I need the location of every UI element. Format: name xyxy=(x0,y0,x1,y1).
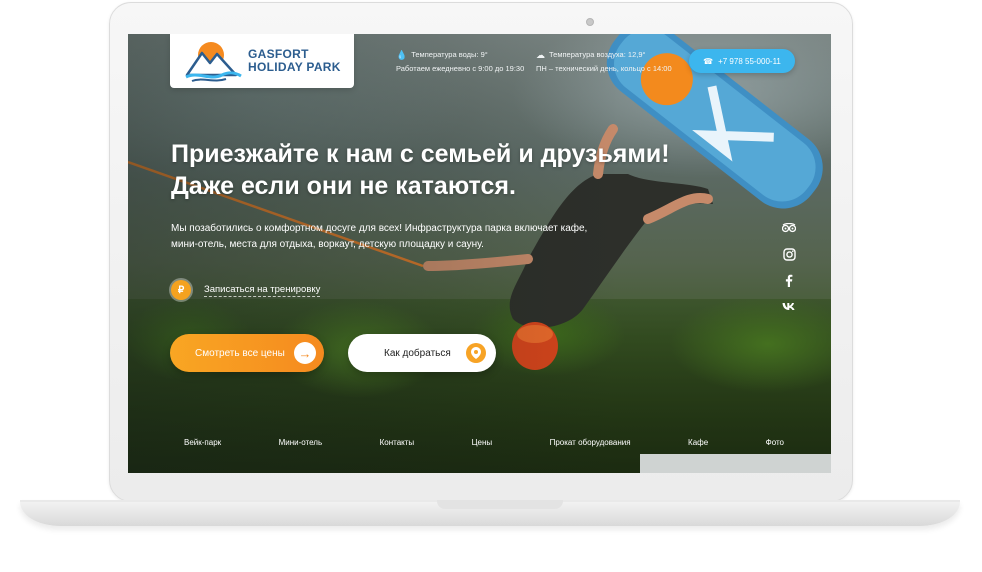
phone-button[interactable]: ☎ +7 978 55-000-11 xyxy=(689,49,795,73)
cloud-icon: ☁ xyxy=(536,49,545,60)
nav-item-photo[interactable]: Фото xyxy=(766,438,784,447)
view-prices-button[interactable]: Смотреть все цены → xyxy=(170,334,324,372)
nav-item-wakepark[interactable]: Вейк-парк xyxy=(184,438,221,447)
map-pin-icon xyxy=(466,343,486,363)
brand-line-2: HOLIDAY PARK xyxy=(248,60,341,74)
drop-icon: 💧 xyxy=(396,49,408,60)
ruble-icon: ₽ xyxy=(171,280,191,300)
nav-item-contacts[interactable]: Контакты xyxy=(380,438,415,447)
instagram-icon[interactable] xyxy=(781,246,797,262)
logo[interactable]: GASFORT HOLIDAY PARK xyxy=(170,34,354,88)
air-info: ☁ Температура воздуха: 12,9° ПН – технич… xyxy=(536,48,672,76)
facebook-icon[interactable] xyxy=(781,272,797,288)
view-prices-label: Смотреть все цены xyxy=(195,347,285,359)
phone-number: +7 978 55-000-11 xyxy=(718,56,781,66)
signup-row: ₽ Записаться на тренировку xyxy=(171,280,321,300)
hero-description: Мы позаботились о комфортном досуге для … xyxy=(171,223,588,250)
hero-title-line-2: Даже если они не катаются. xyxy=(171,172,516,200)
water-info: 💧 Температура воды: 9° Работаем ежедневн… xyxy=(396,48,524,76)
social-links xyxy=(780,220,798,314)
camera-dot xyxy=(586,18,594,26)
bottom-nav: Вейк-парк Мини-отель Контакты Цены Прока… xyxy=(184,438,784,447)
working-hours: Работаем ежедневно с 9:00 до 19:30 xyxy=(396,64,525,73)
logo-mark-icon xyxy=(185,42,242,82)
phone-icon: ☎ xyxy=(703,56,714,66)
vk-icon[interactable] xyxy=(781,298,797,314)
arrow-right-icon: → xyxy=(294,342,316,364)
technical-day: ПН – технический день, кольцо с 14:00 xyxy=(536,64,672,73)
signup-link[interactable]: Записаться на тренировку xyxy=(204,284,321,297)
nav-item-cafe[interactable]: Кафе xyxy=(688,438,708,447)
nav-item-prices[interactable]: Цены xyxy=(472,438,493,447)
directions-label: Как добраться xyxy=(384,347,451,359)
nav-item-mini-hotel[interactable]: Мини-отель xyxy=(279,438,323,447)
website-screen: GASFORT HOLIDAY PARK 💧 Температура воды:… xyxy=(128,34,831,473)
water-temp: Температура воды: 9° xyxy=(411,50,488,59)
air-temp: Температура воздуха: 12,9° xyxy=(549,50,646,59)
directions-button[interactable]: Как добраться xyxy=(348,334,496,372)
laptop-notch xyxy=(437,500,563,509)
tripadvisor-icon[interactable] xyxy=(781,220,797,236)
hero-title-line-1: Приезжайте к нам с семьей и друзьями! xyxy=(171,140,670,168)
hero-title: Приезжайте к нам с семьей и друзьями! Да… xyxy=(171,138,691,202)
laptop-base xyxy=(20,500,960,526)
nav-item-equipment-rental[interactable]: Прокат оборудования xyxy=(550,438,631,447)
